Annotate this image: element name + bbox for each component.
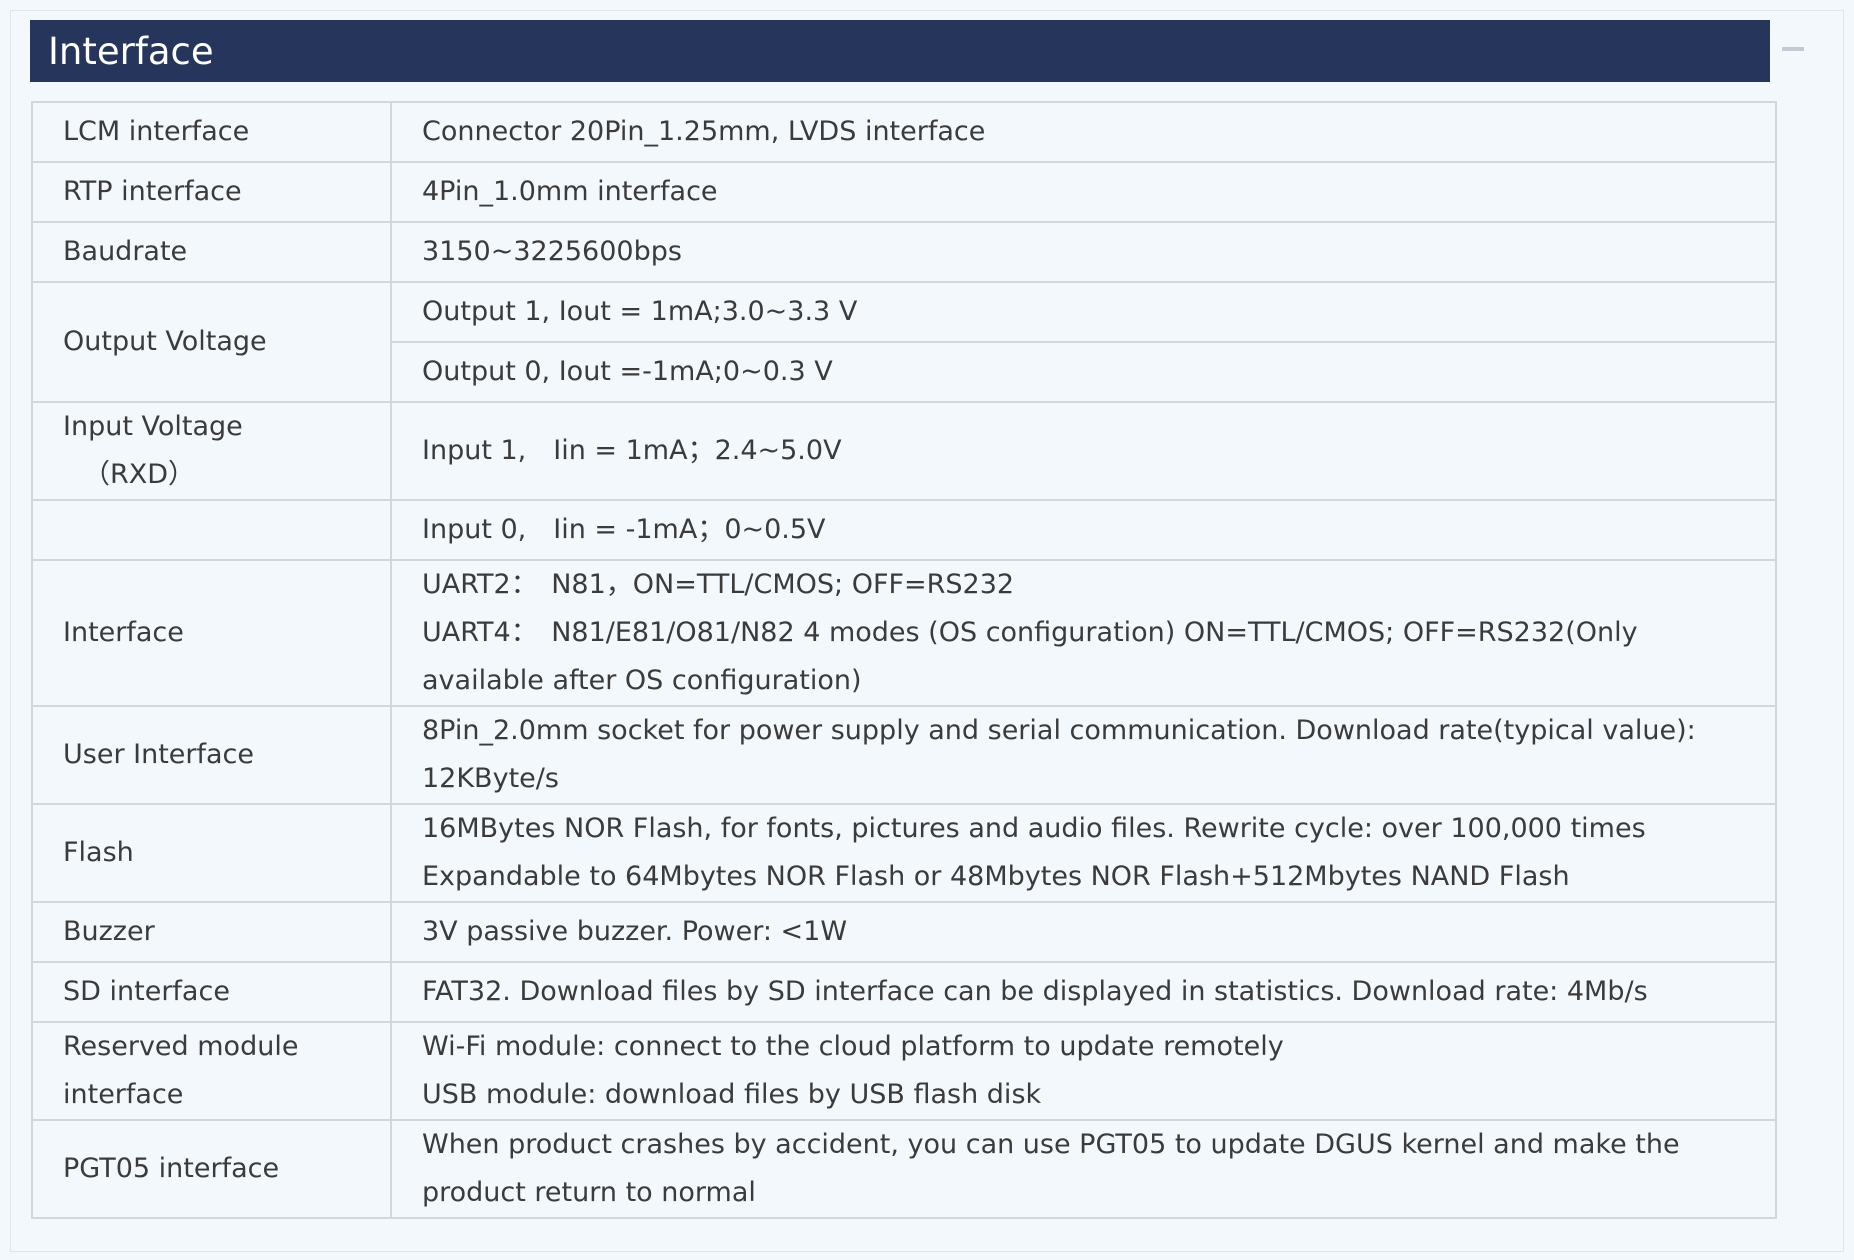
row-label: Flash xyxy=(31,803,392,903)
table-row: SD interface FAT32. Download files by SD… xyxy=(31,961,1777,1023)
table-row: PGT05 interface When product crashes by … xyxy=(31,1119,1777,1219)
row-label: SD interface xyxy=(31,961,392,1023)
table-row: Flash 16MBytes NOR Flash, for fonts, pic… xyxy=(31,803,1777,903)
row-label-line: Input Voltage xyxy=(63,411,243,442)
row-label: Output Voltage xyxy=(31,281,392,403)
row-value: UART2： N81，ON=TTL/CMOS; OFF=RS232 UART4：… xyxy=(390,559,1777,707)
spec-table: LCM interface Connector 20Pin_1.25mm, LV… xyxy=(31,101,1777,1219)
table-row: Input Voltage （RXD） Input 1, Iin = 1mA；2… xyxy=(31,401,1777,501)
row-value: 4Pin_1.0mm interface xyxy=(390,161,1777,223)
row-value-line: UART2： N81，ON=TTL/CMOS; OFF=RS232 xyxy=(422,569,1015,600)
table-row: Input 0, Iin = -1mA；0~0.5V xyxy=(31,499,1777,561)
row-label: RTP interface xyxy=(31,161,392,223)
row-value: Connector 20Pin_1.25mm, LVDS interface xyxy=(390,101,1777,163)
row-value: Output 0, Iout =-1mA;0~0.3 V xyxy=(390,341,1777,403)
table-row: Reserved module interface Wi-Fi module: … xyxy=(31,1021,1777,1121)
table-row: LCM interface Connector 20Pin_1.25mm, LV… xyxy=(31,101,1777,163)
row-value: 3V passive buzzer. Power: <1W xyxy=(390,901,1777,963)
section-title: Interface xyxy=(48,29,214,73)
row-label xyxy=(31,499,392,561)
row-label: User Interface xyxy=(31,705,392,805)
row-value: FAT32. Download files by SD interface ca… xyxy=(390,961,1777,1023)
row-label: LCM interface xyxy=(31,101,392,163)
table-row: RTP interface 4Pin_1.0mm interface xyxy=(31,161,1777,223)
row-value: Input 1, Iin = 1mA；2.4~5.0V xyxy=(390,401,1777,501)
table-row: Buzzer 3V passive buzzer. Power: <1W xyxy=(31,901,1777,963)
row-value: 16MBytes NOR Flash, for fonts, pictures … xyxy=(390,803,1777,903)
row-value: Input 0, Iin = -1mA；0~0.5V xyxy=(390,499,1777,561)
row-value: 8Pin_2.0mm socket for power supply and s… xyxy=(390,705,1777,805)
table-row: User Interface 8Pin_2.0mm socket for pow… xyxy=(31,705,1777,805)
row-label: Baudrate xyxy=(31,221,392,283)
table-row: Interface UART2： N81，ON=TTL/CMOS; OFF=RS… xyxy=(31,559,1777,707)
row-value: When product crashes by accident, you ca… xyxy=(390,1119,1777,1219)
row-value: 3150~3225600bps xyxy=(390,221,1777,283)
row-value: Wi-Fi module: connect to the cloud platf… xyxy=(390,1021,1777,1121)
table-row: Output Voltage Output 1, Iout = 1mA;3.0~… xyxy=(31,281,1777,403)
row-value-line: Wi-Fi module: connect to the cloud platf… xyxy=(422,1031,1284,1062)
row-value-line: USB module: download files by USB flash … xyxy=(422,1079,1042,1110)
row-value-line: Expandable to 64Mbytes NOR Flash or 48Mb… xyxy=(422,861,1570,892)
row-label-line: （RXD） xyxy=(83,459,196,490)
table-row: Baudrate 3150~3225600bps xyxy=(31,221,1777,283)
collapse-icon[interactable] xyxy=(1782,47,1804,51)
row-label: Input Voltage （RXD） xyxy=(31,401,392,501)
section-header: Interface xyxy=(30,20,1770,82)
row-value-line: UART4： N81/E81/O81/N82 4 modes (OS confi… xyxy=(422,617,1638,696)
row-label: PGT05 interface xyxy=(31,1119,392,1219)
row-label: Interface xyxy=(31,559,392,707)
row-value: Output 1, Iout = 1mA;3.0~3.3 V xyxy=(390,281,1777,343)
row-label: Buzzer xyxy=(31,901,392,963)
row-value-line: 16MBytes NOR Flash, for fonts, pictures … xyxy=(422,813,1646,844)
row-label: Reserved module interface xyxy=(31,1021,392,1121)
